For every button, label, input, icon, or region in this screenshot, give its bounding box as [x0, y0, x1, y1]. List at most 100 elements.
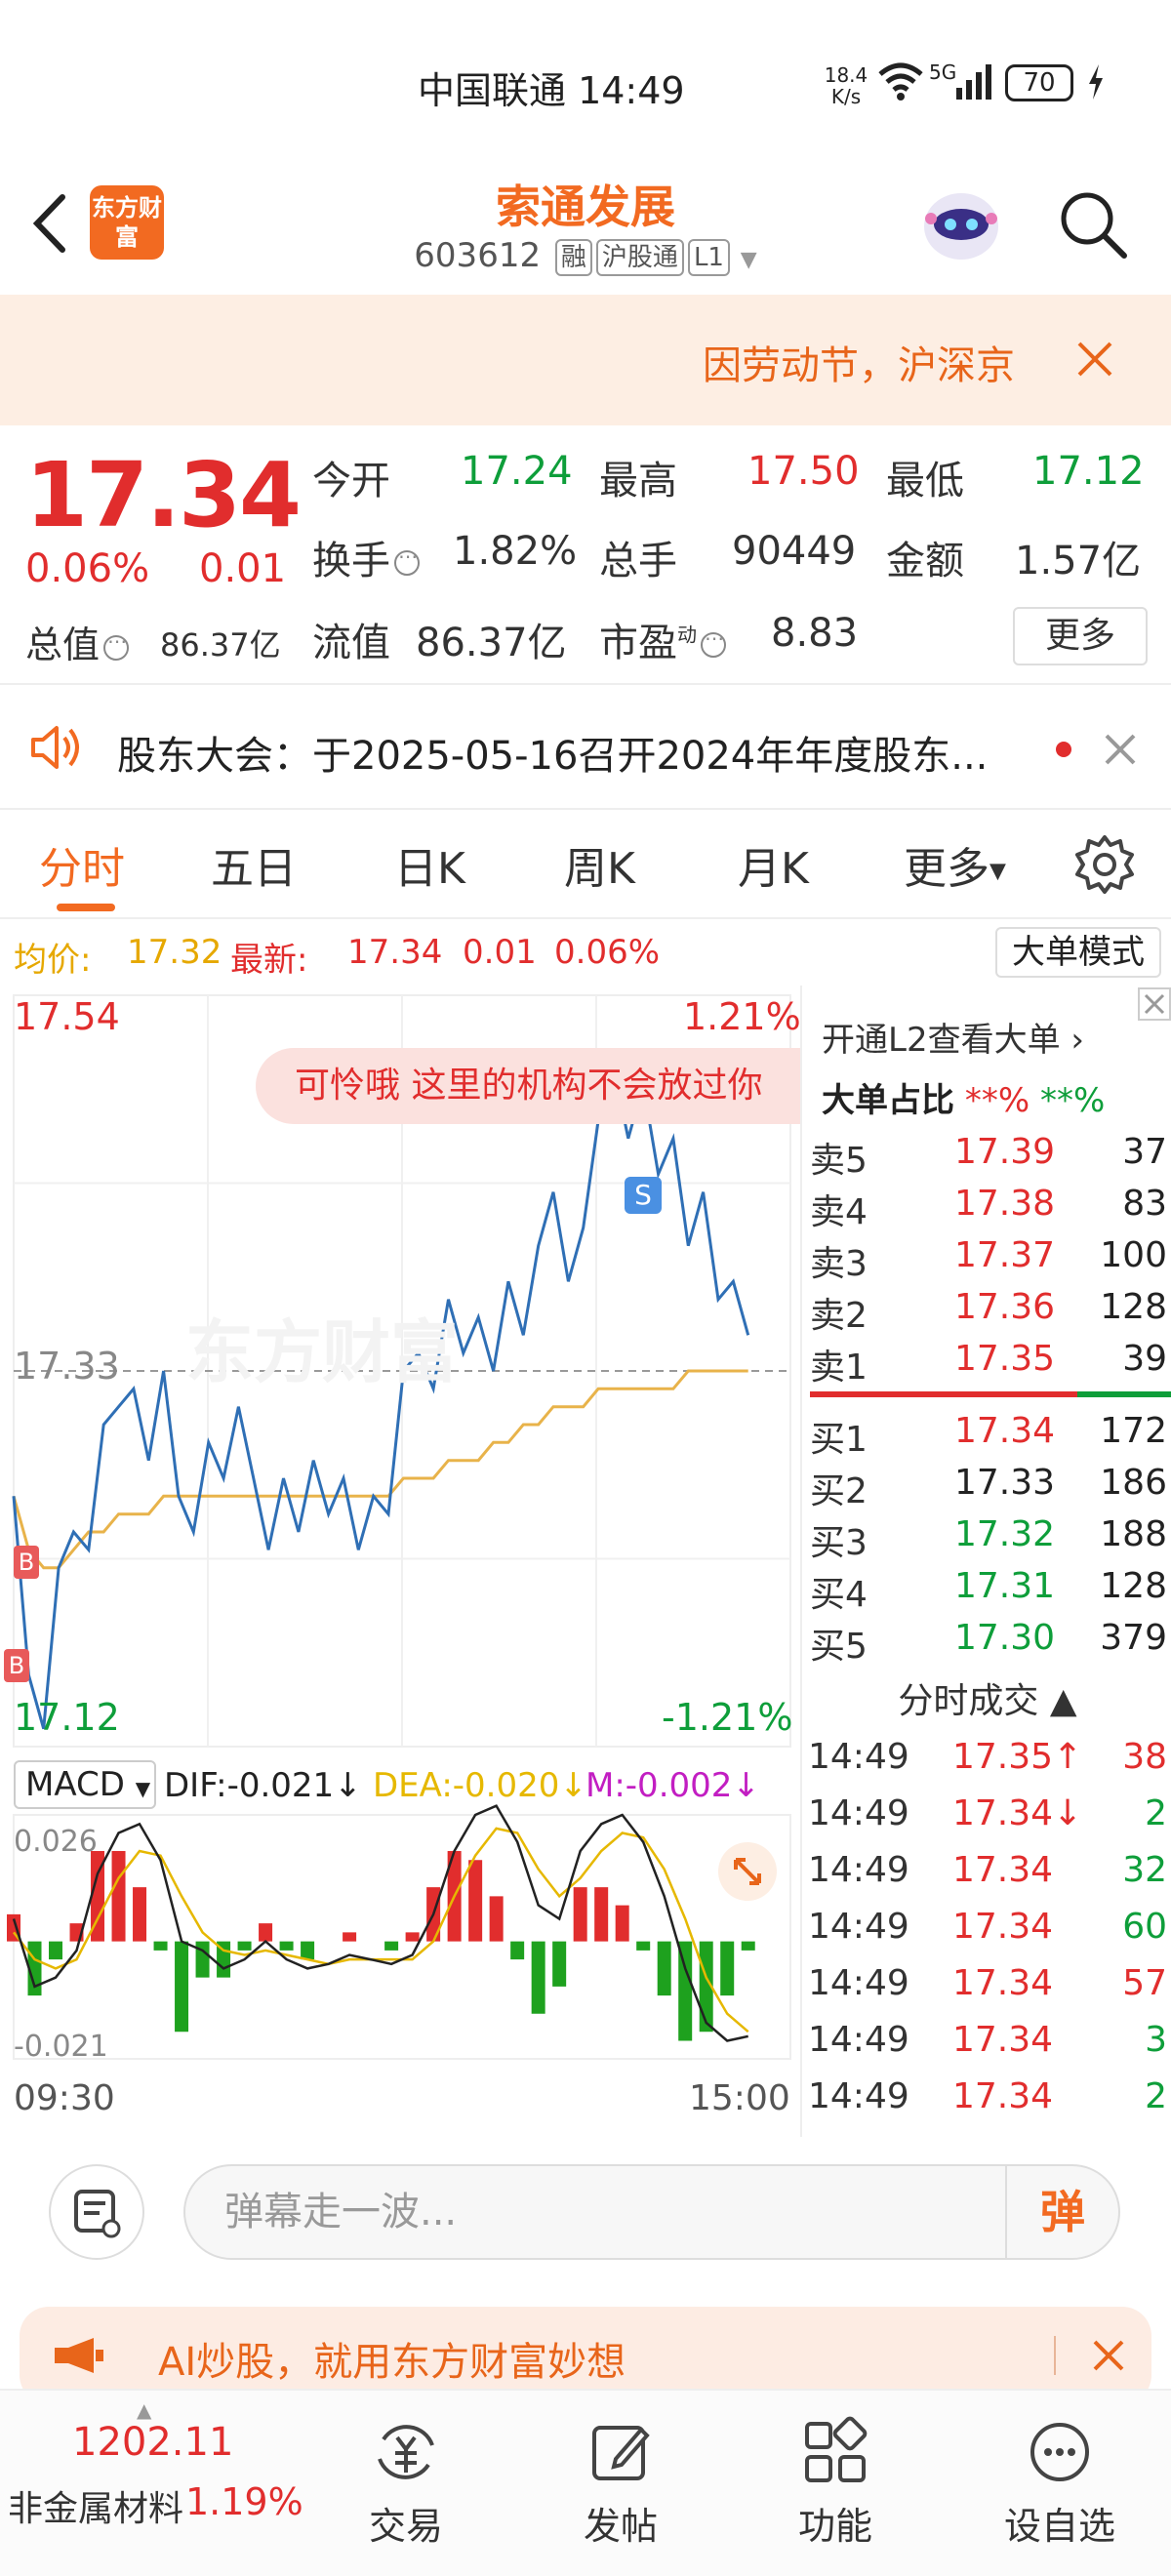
pe-value: 8.83 — [771, 611, 859, 656]
low-label: 最低 — [886, 459, 964, 503]
tick-row: 14:49 17.34 57 — [802, 1963, 1171, 2020]
amount-value: 1.57亿 — [1015, 539, 1142, 584]
tick-volume: 3 — [1145, 2020, 1167, 2060]
close-icon[interactable] — [1073, 338, 1116, 381]
tab-five-day[interactable]: 五日 — [211, 833, 297, 896]
ask-volume: 100 — [1100, 1235, 1167, 1275]
y-min-label: 17.12 — [14, 1696, 120, 1739]
open-label: 今开 — [312, 459, 390, 503]
ask-row[interactable]: 卖3 17.37 100 — [802, 1235, 1171, 1286]
ai-banner-text: AI炒股，就用东方财富妙想 — [158, 2340, 626, 2385]
danmu-input[interactable]: 弹幕走一波... — [183, 2164, 1120, 2260]
buy-marker[interactable]: B — [4, 1649, 29, 1682]
bid-volume: 128 — [1100, 1566, 1167, 1606]
tab-weekly-k[interactable]: 周K — [564, 833, 635, 896]
tick-time: 14:49 — [808, 1737, 909, 1777]
tab-more[interactable]: 更多▼ — [904, 833, 1006, 896]
intraday-chart[interactable]: 东方财富 17.54 1.21% 17.33 17.12 -1.21% 可怜哦 … — [0, 986, 801, 2137]
info-icon[interactable] — [701, 626, 726, 658]
sell-marker[interactable]: S — [625, 1177, 662, 1214]
close-icon[interactable] — [1138, 987, 1171, 1021]
holiday-banner[interactable]: 因劳动节，沪深京 — [0, 295, 1171, 425]
nav-functions[interactable]: 功能 — [767, 2416, 904, 2562]
tick-row: 14:49 17.34 32 — [802, 1850, 1171, 1907]
ask-row[interactable]: 卖4 17.38 83 — [802, 1184, 1171, 1234]
tick-volume: 57 — [1122, 1963, 1167, 2003]
tick-row: 14:49 17.34↓ 2 — [802, 1793, 1171, 1850]
indicator-select[interactable]: MACD ▼ — [14, 1760, 156, 1809]
status-carrier-time: 中国联通 14:49 — [418, 69, 685, 112]
close-icon[interactable] — [1091, 2338, 1126, 2373]
tick-row: 14:49 17.34 3 — [802, 2020, 1171, 2076]
bid-level: 买4 — [810, 1575, 868, 1615]
info-icon[interactable] — [394, 544, 420, 576]
danmu-send-button[interactable]: 弹 — [1005, 2166, 1118, 2258]
bid-row[interactable]: 买2 17.33 186 — [802, 1463, 1171, 1513]
ask-row[interactable]: 卖5 17.39 37 — [802, 1132, 1171, 1183]
nav-trade[interactable]: 交易 — [338, 2416, 474, 2562]
nav-post[interactable]: 发帖 — [552, 2416, 689, 2562]
tab-intraday[interactable]: 分时 — [39, 833, 125, 896]
nav-add-watchlist[interactable]: 设自选 — [991, 2416, 1128, 2562]
dropdown-caret-icon: ▼ — [740, 248, 757, 272]
price-line — [12, 1066, 750, 1730]
latest-percent: 0.06% — [554, 933, 661, 972]
danmu-input-bar: 弹幕走一波... 弹 — [0, 2137, 1171, 2283]
tick-time: 14:49 — [808, 2076, 909, 2116]
bid-row[interactable]: 买5 17.30 379 — [802, 1618, 1171, 1669]
message-settings-icon[interactable] — [49, 2164, 144, 2260]
ticks-title[interactable]: 分时成交 ▲ — [802, 1672, 1171, 1723]
signal-label: 5G — [929, 60, 957, 84]
bid-row[interactable]: 买3 17.32 188 — [802, 1514, 1171, 1565]
turnover-label: 换手 — [312, 529, 420, 585]
ask-price: 17.37 — [954, 1235, 1056, 1275]
expand-icon[interactable] — [718, 1842, 777, 1901]
ask-row[interactable]: 卖1 17.35 39 — [802, 1339, 1171, 1389]
bid-row[interactable]: 买4 17.31 128 — [802, 1566, 1171, 1617]
macd-legend: MACD ▼ DIF:-0.021↓ DEA:-0.020↓ M:-0.002↓ — [0, 1754, 800, 1813]
low-value: 17.12 — [1032, 449, 1145, 494]
big-order-mode-button[interactable]: 大单模式 — [995, 927, 1161, 978]
buy-marker[interactable]: B — [14, 1546, 39, 1579]
unread-dot — [1056, 742, 1071, 757]
macd-dif: DIF:-0.021↓ — [164, 1766, 362, 1805]
avg-label: 均价: — [14, 941, 92, 980]
tick-row: 14:49 17.34 2 — [802, 2076, 1171, 2133]
gear-icon[interactable] — [1073, 833, 1136, 896]
tick-time: 14:49 — [808, 2020, 909, 2060]
tick-volume: 32 — [1122, 1850, 1167, 1890]
tick-price: 17.34↓ — [952, 1793, 1083, 1833]
dropdown-caret-icon: ▼ — [989, 859, 1006, 884]
avg-value: 17.32 — [127, 933, 222, 972]
tab-monthly-k[interactable]: 月K — [738, 833, 809, 896]
notice-bar[interactable]: 股东大会：于2025-05-16召开2024年年度股东... — [0, 683, 1171, 810]
tick-time: 14:49 — [808, 1850, 909, 1890]
y-min-pct-label: -1.21% — [662, 1696, 793, 1739]
ask-level: 卖4 — [810, 1192, 868, 1232]
grid-icon — [805, 2416, 868, 2482]
info-icon[interactable] — [103, 629, 130, 661]
more-button[interactable]: 更多 — [1013, 607, 1148, 665]
ask-volume: 39 — [1122, 1339, 1167, 1379]
index-value: 1202.11 — [72, 2420, 234, 2465]
robot-assistant-icon[interactable] — [917, 180, 1005, 267]
ask-price: 17.36 — [954, 1287, 1056, 1327]
bid-level: 买5 — [810, 1627, 868, 1667]
bid-price: 17.31 — [954, 1566, 1056, 1606]
ask-row[interactable]: 卖2 17.36 128 — [802, 1287, 1171, 1338]
high-label: 最高 — [599, 459, 677, 503]
y-max-pct-label: 1.21% — [683, 995, 801, 1038]
turnover-value: 1.82% — [453, 529, 578, 574]
tag-margin: 融 — [554, 238, 592, 276]
close-icon[interactable] — [1103, 732, 1138, 767]
search-icon[interactable] — [1054, 185, 1132, 263]
latest-value: 17.34 — [347, 933, 443, 972]
order-book: 开通L2查看大单 › 大单占比 **% **% 卖5 17.39 37 卖4 17.38… — [800, 986, 1171, 2137]
y-max-label: 17.54 — [14, 995, 120, 1038]
l2-upgrade-link[interactable]: 开通L2查看大单 › — [822, 1013, 1084, 1061]
tick-price: 17.34 — [952, 1963, 1054, 2003]
stock-code: 603612 — [414, 236, 542, 275]
tick-volume: 38 — [1122, 1737, 1167, 1777]
bid-row[interactable]: 买1 17.34 172 — [802, 1411, 1171, 1462]
tab-daily-k[interactable]: 日K — [394, 833, 465, 896]
